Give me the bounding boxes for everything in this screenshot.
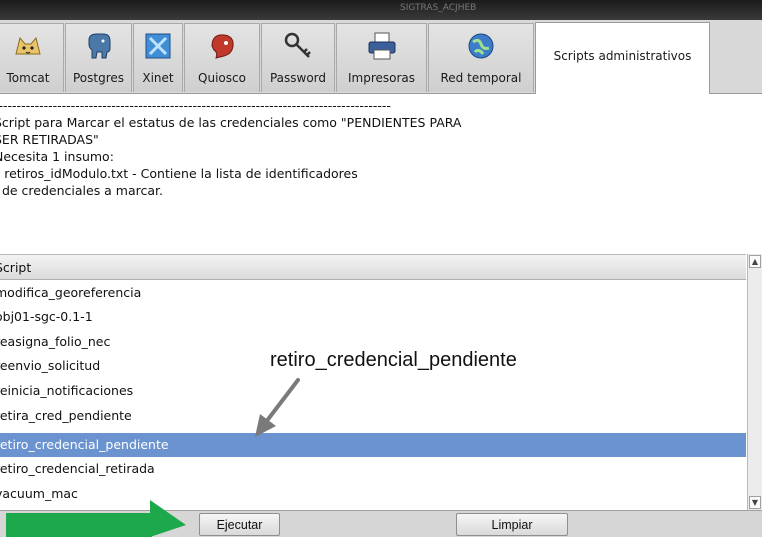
tab-label: Impresoras xyxy=(347,71,416,85)
tab-scripts-administrativos[interactable]: Scripts administrativos xyxy=(535,22,710,94)
execute-button[interactable]: Ejecutar xyxy=(199,513,280,536)
list-item-label: retira_cred_pendiente xyxy=(0,408,132,423)
list-item-label: reinicia_notificaciones xyxy=(0,383,134,398)
tab-label: Quiosco xyxy=(198,71,246,85)
list-item-label: reenvio_solicitud xyxy=(0,358,101,373)
tab-impresoras[interactable]: Impresoras xyxy=(336,23,427,92)
description-line: SER RETIRADAS" xyxy=(0,132,99,147)
elephant-icon xyxy=(88,33,110,59)
tab-red-temporal[interactable]: Red temporal xyxy=(428,23,534,92)
key-icon xyxy=(284,32,311,58)
tab-bar: Tomcat Postgres Xinet Quiosco Password I… xyxy=(0,20,762,94)
tomcat-icon xyxy=(15,36,41,55)
tab-password[interactable]: Password xyxy=(261,23,335,92)
kiosk-icon xyxy=(211,34,234,59)
clear-button[interactable]: Limpiar xyxy=(456,513,568,536)
tab-label: Postgres xyxy=(72,71,125,85)
window-titlebar: SIGTRAS_ACJHEB xyxy=(0,0,762,20)
description-line: * retiros_idModulo.txt - Contiene la lis… xyxy=(0,166,358,181)
scroll-up-icon[interactable]: ▲ xyxy=(749,255,761,268)
description-line: de credenciales a marcar. xyxy=(0,183,164,198)
description-line: ----------------------------------------… xyxy=(0,98,391,113)
globe-icon xyxy=(468,33,494,59)
tab-xinet[interactable]: Xinet xyxy=(133,23,183,92)
description-line: Necesita 1 insumo: xyxy=(0,149,114,164)
list-item[interactable]: vacuum_mac xyxy=(0,482,746,506)
xinet-icon xyxy=(145,33,171,59)
tab-label: Scripts administrativos xyxy=(553,49,692,63)
list-item-selected[interactable]: retiro_credencial_pendiente xyxy=(0,433,746,457)
script-description[interactable]: ----------------------------------------… xyxy=(0,94,758,248)
tab-label: Tomcat xyxy=(6,71,50,85)
list-item[interactable]: modifica_georeferencia xyxy=(0,281,746,305)
list-item[interactable]: obj01-sgc-0.1-1 xyxy=(0,305,746,329)
list-item-label: obj01-sgc-0.1-1 xyxy=(0,309,93,324)
printer-icon xyxy=(368,32,395,60)
button-bar: Ejecutar Limpiar xyxy=(0,510,762,537)
window-title: SIGTRAS_ACJHEB xyxy=(400,3,477,13)
list-column-header[interactable]: Script xyxy=(0,254,746,280)
scroll-down-icon[interactable]: ▼ xyxy=(749,496,761,509)
tab-tomcat[interactable]: Tomcat xyxy=(0,23,64,92)
tab-label: Red temporal xyxy=(440,71,522,85)
list-item-label: vacuum_mac xyxy=(0,486,78,501)
tab-label: Password xyxy=(269,71,327,85)
tab-quiosco[interactable]: Quiosco xyxy=(184,23,260,92)
tab-label: Xinet xyxy=(142,71,174,85)
list-item-label: retiro_credencial_pendiente xyxy=(0,437,169,452)
list-item-label: reasigna_folio_nec xyxy=(0,334,111,349)
list-item[interactable]: retira_cred_pendiente xyxy=(0,404,746,428)
tab-postgres[interactable]: Postgres xyxy=(65,23,132,92)
list-item-label: retiro_credencial_retirada xyxy=(0,461,155,476)
description-line: Script para Marcar el estatus de las cre… xyxy=(0,115,462,130)
annotation-callout-text: retiro_credencial_pendiente xyxy=(270,349,517,371)
column-header-label: Script xyxy=(0,260,32,275)
script-list: modifica_georeferencia obj01-sgc-0.1-1 r… xyxy=(0,281,746,509)
list-item[interactable]: retiro_credencial_retirada xyxy=(0,457,746,481)
list-item[interactable]: reinicia_notificaciones xyxy=(0,379,746,403)
list-scrollbar[interactable]: ▲ ▼ xyxy=(747,254,762,510)
list-item-label: modifica_georeferencia xyxy=(0,285,142,300)
